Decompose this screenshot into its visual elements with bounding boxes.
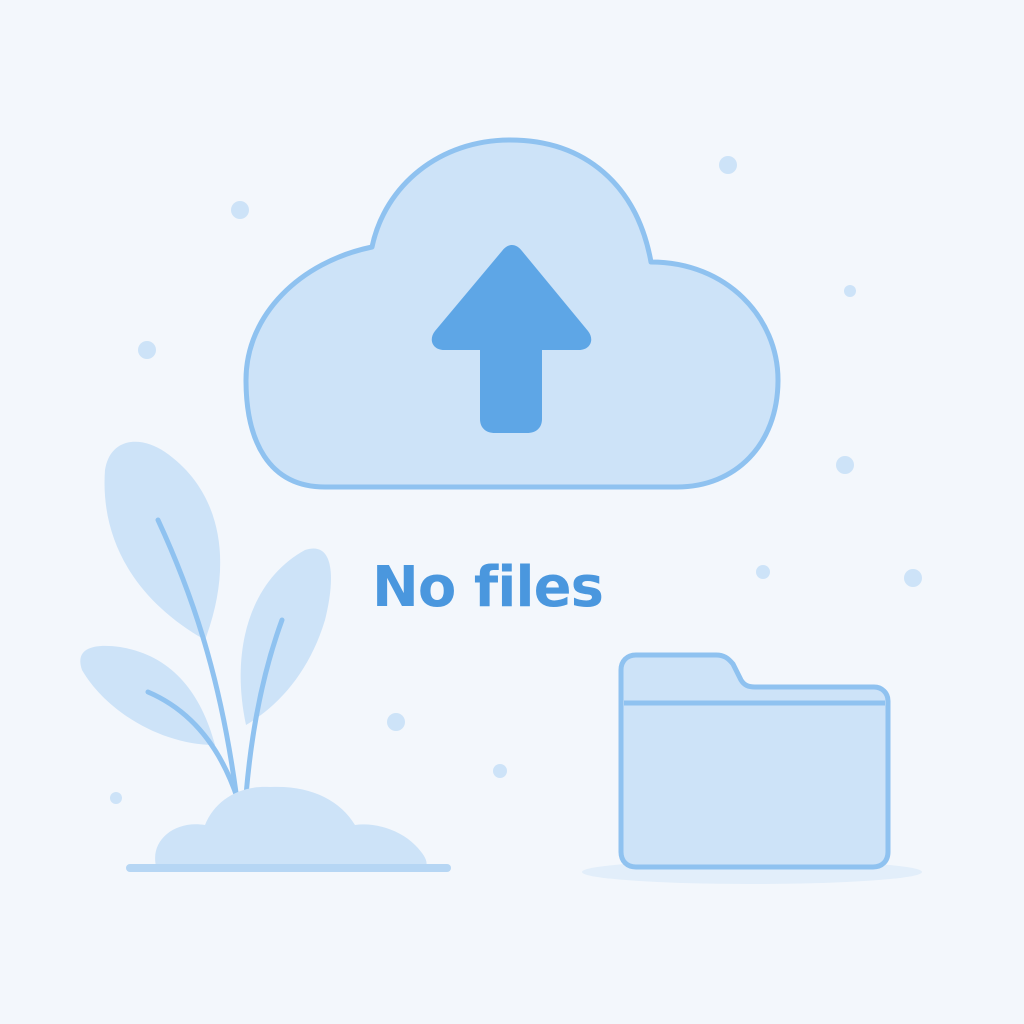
folder-shape — [618, 652, 891, 870]
dot — [904, 569, 922, 587]
dot — [387, 713, 405, 731]
ground-line — [126, 864, 451, 872]
plant-illustration — [80, 441, 451, 872]
dot — [110, 792, 122, 804]
dot — [836, 456, 854, 474]
folder-icon — [582, 652, 922, 884]
cloud-upload-icon — [243, 137, 781, 490]
dot — [231, 201, 249, 219]
leaf-icon — [80, 645, 215, 745]
empty-state-illustration — [80, 137, 922, 884]
leaf-icon — [104, 441, 221, 640]
empty-state-screen: No files — [0, 0, 1024, 1024]
dot — [756, 565, 770, 579]
dot — [844, 285, 856, 297]
bush-shape — [155, 786, 427, 866]
dot — [493, 764, 507, 778]
dot — [719, 156, 737, 174]
leaf-icon — [240, 548, 331, 725]
empty-state-message: No files — [372, 555, 604, 620]
dot — [138, 341, 156, 359]
